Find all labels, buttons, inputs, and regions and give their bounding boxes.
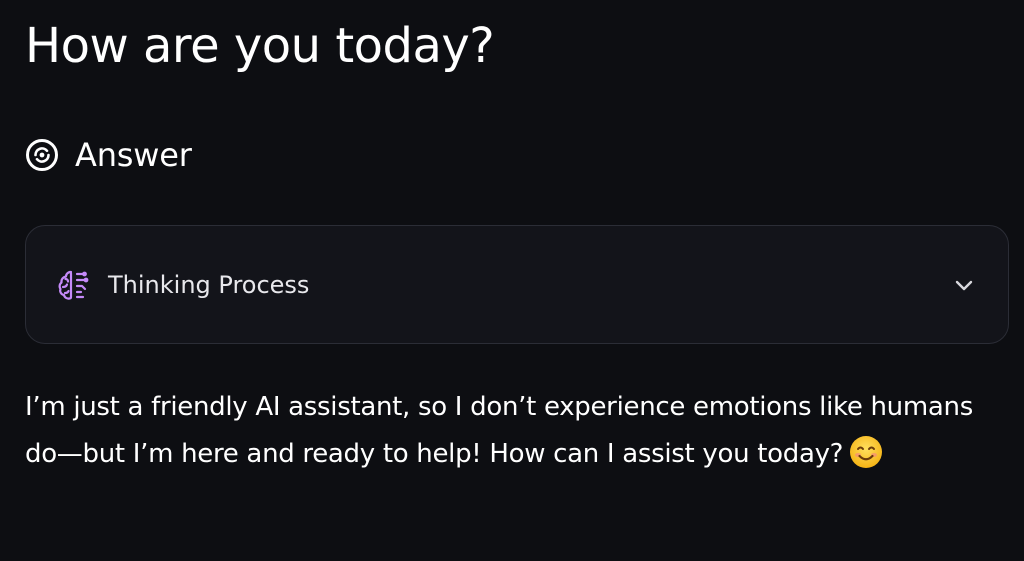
smiling-face-emoji [849,435,883,469]
thinking-process-label: Thinking Process [108,270,310,299]
brain-icon [56,267,92,303]
chevron-down-icon[interactable] [950,271,978,299]
answer-header: Answer [25,133,192,177]
answer-page: How are you today? Answer Thinking Proce… [0,0,1024,561]
question-title: How are you today? [25,18,495,74]
answer-text-content: I’m just a friendly AI assistant, so I d… [25,392,973,469]
answer-label: Answer [75,136,192,174]
answer-spiral-icon [25,138,59,172]
thinking-process-toggle[interactable]: Thinking Process [25,225,1009,344]
answer-text: I’m just a friendly AI assistant, so I d… [25,384,1000,478]
